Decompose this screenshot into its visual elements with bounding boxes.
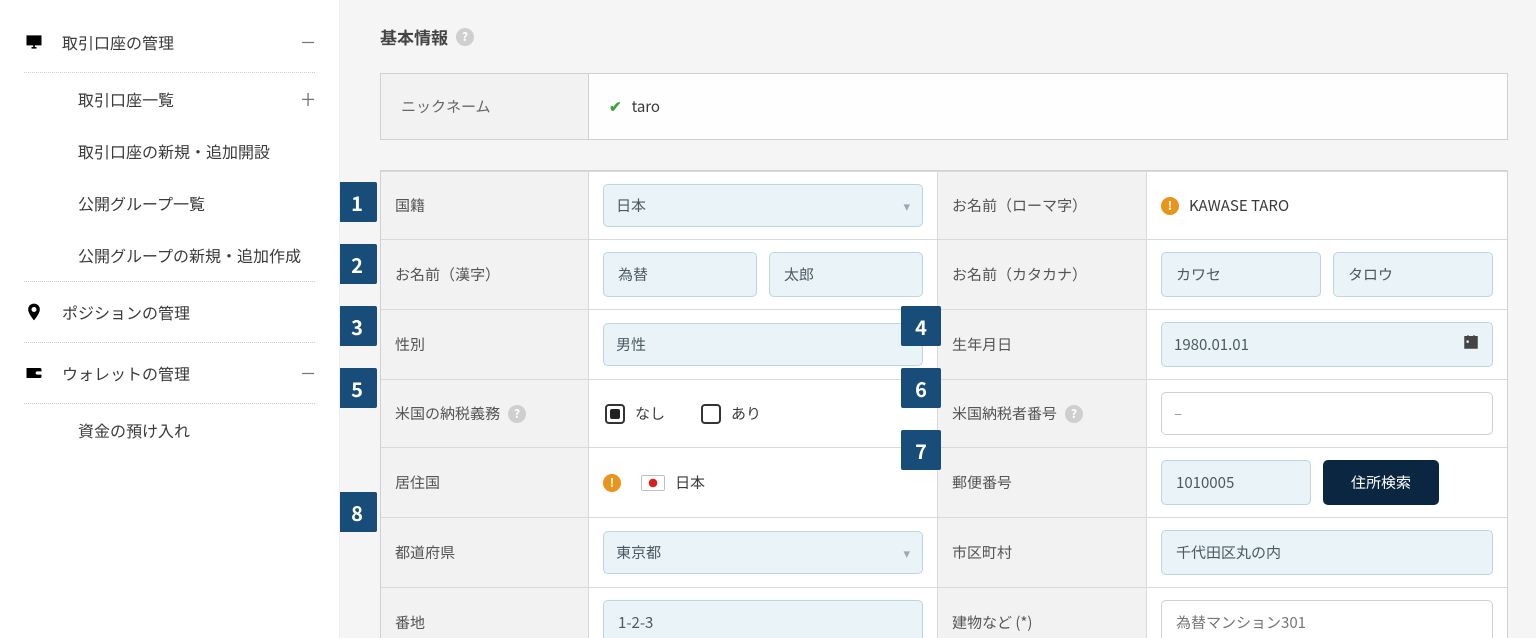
checkbox-icon — [701, 404, 721, 424]
help-icon[interactable]: ? — [456, 28, 474, 46]
section-title: 基本情報 ? — [380, 24, 1508, 49]
label-nationality: 国籍 — [381, 172, 589, 239]
select-value: 男性 — [616, 334, 646, 355]
input-kanji-first[interactable] — [769, 252, 923, 297]
label-city: 市区町村 — [937, 518, 1147, 587]
select-value: 東京都 — [616, 542, 661, 563]
basic-info-form: 1 2 3 4 5 6 7 8 国籍 日本 ▾ お名前（ローマ字） ! — [380, 170, 1508, 638]
sidebar-label: 取引口座一覧 — [78, 87, 174, 111]
select-value: 日本 — [616, 195, 646, 216]
flag-japan-icon — [641, 475, 665, 491]
help-icon[interactable]: ? — [508, 405, 526, 423]
radio-group-us-tax: なし あり — [603, 403, 761, 424]
label-name-kanji: お名前（漢字） — [381, 240, 589, 309]
select-gender[interactable]: 男性 — [603, 323, 923, 366]
label-name-kana: お名前（カタカナ） — [937, 240, 1147, 309]
sidebar-item-account-list[interactable]: 取引口座一覧 + — [0, 73, 339, 125]
dob-value: 1980.01.01 — [1174, 334, 1249, 355]
input-dob[interactable]: 1980.01.01 — [1161, 322, 1493, 367]
sidebar-item-public-groups[interactable]: 公開グループ一覧 — [0, 177, 339, 229]
annotation-badge-6: 6 — [901, 368, 941, 408]
input-kanji-last[interactable] — [603, 252, 757, 297]
sidebar-item-deposit[interactable]: 資金の預け入れ — [0, 404, 339, 456]
map-pin-icon — [24, 302, 44, 322]
calendar-icon[interactable] — [1462, 333, 1480, 356]
sidebar-label: 公開グループ一覧 — [78, 191, 205, 215]
sidebar-item-positions[interactable]: ポジションの管理 — [0, 282, 339, 342]
nickname-value: ✔ taro — [589, 74, 1507, 139]
sidebar-item-trading-accounts[interactable]: 取引口座の管理 − — [0, 12, 339, 72]
sidebar-label: 資金の預け入れ — [78, 418, 190, 442]
warning-icon: ! — [1161, 197, 1179, 215]
label-residence: 居住国 — [381, 448, 589, 517]
nickname-row: ニックネーム ✔ taro — [380, 73, 1508, 140]
label-building: 建物など (*) — [937, 588, 1147, 638]
label-us-tax: 米国の納税義務 ? — [381, 380, 589, 447]
main-content: 基本情報 ? ニックネーム ✔ taro 1 2 3 4 5 6 7 8 国籍 — [340, 0, 1536, 638]
label-name-roman: お名前（ローマ字） — [937, 172, 1147, 239]
field-value: – — [1174, 403, 1182, 424]
label-street: 番地 — [381, 588, 589, 638]
sidebar-label: ポジションの管理 — [62, 300, 190, 324]
annotation-badge-5: 5 — [340, 368, 377, 408]
radio-us-tax-yes[interactable]: あり — [701, 403, 761, 424]
monitor-icon — [24, 32, 44, 52]
sidebar-label: 取引口座の管理 — [62, 30, 174, 54]
check-icon: ✔ — [609, 96, 622, 117]
sidebar-item-wallet[interactable]: ウォレットの管理 − — [0, 343, 339, 403]
collapse-icon[interactable]: − — [301, 360, 315, 386]
annotation-badge-8: 8 — [340, 492, 377, 532]
collapse-icon[interactable]: − — [301, 29, 315, 55]
input-kana-last[interactable] — [1161, 252, 1321, 297]
label-dob: 生年月日 — [937, 310, 1147, 379]
chevron-down-icon: ▾ — [903, 196, 910, 215]
annotation-badge-2: 2 — [340, 244, 377, 284]
select-prefecture[interactable]: 東京都 ▾ — [603, 531, 923, 574]
sidebar-item-new-public-group[interactable]: 公開グループの新規・追加作成 — [0, 229, 339, 281]
input-us-tin[interactable]: – — [1161, 392, 1493, 435]
help-icon[interactable]: ? — [1065, 405, 1083, 423]
annotation-badge-7: 7 — [901, 430, 941, 470]
sidebar-label: ウォレットの管理 — [62, 361, 190, 385]
label-gender: 性別 — [381, 310, 589, 379]
input-kana-first[interactable] — [1333, 252, 1493, 297]
radio-label: あり — [731, 403, 761, 424]
annotation-badge-4: 4 — [901, 306, 941, 346]
sidebar-label: 公開グループの新規・追加作成 — [78, 243, 301, 267]
wallet-icon — [24, 363, 44, 383]
value-name-roman: KAWASE TARO — [1189, 195, 1289, 216]
warning-icon: ! — [603, 474, 621, 492]
nickname-label: ニックネーム — [381, 74, 589, 139]
sidebar: 取引口座の管理 − 取引口座一覧 + 取引口座の新規・追加開設 公開グループ一覧… — [0, 0, 340, 638]
input-street[interactable] — [603, 600, 923, 638]
checkbox-icon — [605, 404, 625, 424]
input-building[interactable] — [1161, 600, 1493, 638]
nickname-text: taro — [632, 96, 660, 117]
expand-icon[interactable]: + — [301, 86, 315, 112]
section-title-text: 基本情報 — [380, 24, 448, 49]
radio-us-tax-none[interactable]: なし — [605, 403, 665, 424]
sidebar-item-new-account[interactable]: 取引口座の新規・追加開設 — [0, 125, 339, 177]
label-prefecture: 都道府県 — [381, 518, 589, 587]
input-city[interactable] — [1161, 530, 1493, 575]
button-address-search[interactable]: 住所検索 — [1323, 460, 1439, 505]
input-postal[interactable] — [1161, 460, 1311, 505]
annotation-badge-3: 3 — [340, 306, 377, 346]
select-nationality[interactable]: 日本 ▾ — [603, 184, 923, 227]
radio-label: なし — [635, 403, 665, 424]
sidebar-label: 取引口座の新規・追加開設 — [78, 139, 270, 163]
label-postal: 郵便番号 — [937, 448, 1147, 517]
chevron-down-icon: ▾ — [903, 543, 910, 562]
annotation-badge-1: 1 — [340, 182, 377, 222]
value-residence: ! 日本 — [589, 448, 937, 517]
label-us-tin: 米国納税者番号 ? — [937, 380, 1147, 447]
